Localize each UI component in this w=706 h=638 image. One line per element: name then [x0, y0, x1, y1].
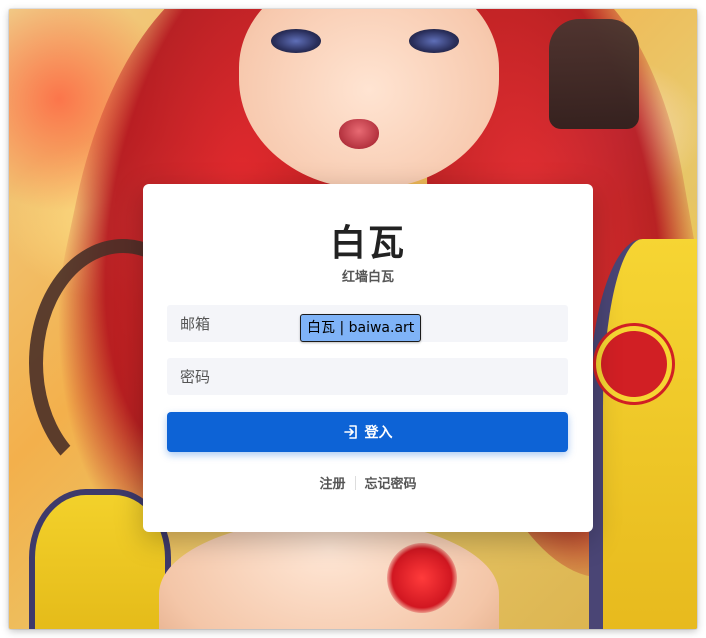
illustration-eye-left	[271, 29, 321, 53]
screen-frame: 白瓦 红墙白瓦 白瓦 | baiwa.art 登入 注册 忘记密码	[9, 9, 697, 629]
password-field[interactable]	[167, 358, 568, 395]
register-link[interactable]: 注册	[319, 473, 345, 492]
illustration-badge-logo	[601, 331, 667, 397]
illustration-mouth	[339, 119, 379, 149]
site-title: 白瓦	[329, 223, 406, 264]
illustration-faucet	[549, 19, 639, 129]
site-tooltip: 白瓦 | baiwa.art	[300, 314, 422, 342]
login-button[interactable]: 登入	[167, 412, 568, 452]
illustration-eye-right	[409, 29, 459, 53]
login-enter-icon	[343, 424, 359, 440]
forgot-password-link[interactable]: 忘记密码	[365, 473, 417, 492]
login-button-label: 登入	[364, 425, 393, 441]
illustration-suit-right	[589, 239, 697, 629]
links-divider	[354, 475, 356, 490]
login-card: 白瓦 红墙白瓦 白瓦 | baiwa.art 登入 注册 忘记密码	[143, 184, 593, 532]
auth-links: 注册 忘记密码	[143, 473, 593, 492]
site-subtitle: 红墙白瓦	[341, 270, 394, 285]
illustration-flower	[387, 543, 457, 613]
